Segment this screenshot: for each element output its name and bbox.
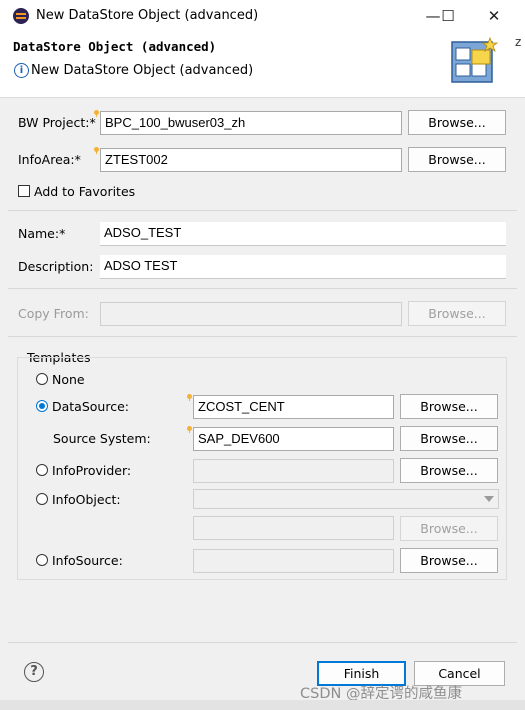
wizard-message: New DataStore Object (advanced) — [31, 63, 254, 78]
window-title: New DataStore Object (advanced) — [36, 8, 259, 23]
separator — [8, 210, 517, 211]
required-decorator-icon — [94, 110, 99, 117]
separator — [8, 288, 517, 289]
close-button[interactable]: ✕ — [471, 0, 517, 31]
name-label: Name:* — [18, 226, 66, 241]
chevron-down-icon — [484, 496, 494, 502]
name-field[interactable]: ADSO_TEST — [100, 222, 506, 246]
infoprovider-radio[interactable] — [36, 464, 48, 476]
copy-from-browse-button: Browse... — [408, 301, 506, 326]
infoprovider-label[interactable]: InfoProvider: — [52, 463, 131, 478]
source-system-label: Source System: — [53, 431, 151, 446]
datasource-label[interactable]: DataSource: — [52, 399, 129, 414]
infoprovider-browse-button[interactable]: Browse... — [400, 458, 498, 483]
infoprovider-field — [193, 459, 394, 483]
infoarea-field[interactable]: ZTEST002 — [100, 148, 402, 172]
maximize-button[interactable]: ☐ — [425, 0, 471, 31]
none-label[interactable]: None — [52, 372, 85, 387]
source-system-field[interactable]: SAP_DEV600 — [193, 427, 394, 451]
infoobject-radio[interactable] — [36, 493, 48, 505]
copy-from-field — [100, 302, 402, 326]
infoobject-browse-button: Browse... — [400, 516, 498, 541]
bw-project-label: BW Project:* — [18, 115, 96, 130]
infoobject-field — [193, 516, 394, 540]
help-icon[interactable]: ? — [24, 662, 44, 682]
source-system-browse-button[interactable]: Browse... — [400, 426, 498, 451]
clipped-background-text: z — [515, 35, 522, 49]
infosource-browse-button[interactable]: Browse... — [400, 548, 498, 573]
datasource-radio[interactable] — [36, 400, 48, 412]
description-field[interactable]: ADSO TEST — [100, 255, 506, 279]
datastore-wizard-icon — [451, 36, 499, 83]
separator — [8, 642, 517, 643]
info-icon: i — [14, 63, 29, 78]
eclipse-app-icon — [13, 8, 29, 24]
infosource-radio[interactable] — [36, 554, 48, 566]
description-label: Description: — [18, 259, 94, 274]
infoobject-combo — [193, 489, 499, 509]
infosource-label[interactable]: InfoSource: — [52, 553, 123, 568]
copy-from-label: Copy From: — [18, 306, 89, 321]
add-to-favorites-label[interactable]: Add to Favorites — [34, 184, 135, 199]
required-decorator-icon — [187, 394, 192, 401]
bw-project-browse-button[interactable]: Browse... — [408, 110, 506, 135]
datasource-browse-button[interactable]: Browse... — [400, 394, 498, 419]
bottom-strip — [0, 700, 525, 710]
infoarea-label: InfoArea:* — [18, 152, 81, 167]
infoarea-browse-button[interactable]: Browse... — [408, 147, 506, 172]
required-decorator-icon — [187, 426, 192, 433]
separator — [8, 336, 517, 337]
add-to-favorites-checkbox[interactable] — [18, 185, 30, 197]
datasource-field[interactable]: ZCOST_CENT — [193, 395, 394, 419]
none-radio[interactable] — [36, 373, 48, 385]
infoobject-label[interactable]: InfoObject: — [52, 492, 121, 507]
required-decorator-icon — [94, 147, 99, 154]
infosource-field — [193, 549, 394, 573]
bw-project-field[interactable]: BPC_100_bwuser03_zh — [100, 111, 402, 135]
wizard-title: DataStore Object (advanced) — [13, 39, 217, 54]
